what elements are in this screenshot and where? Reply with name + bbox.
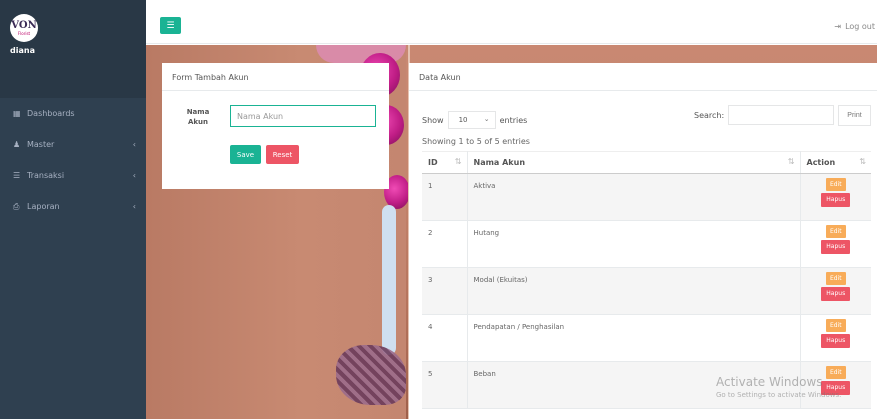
table-row: 1 Aktiva Edit Hapus	[422, 173, 871, 221]
watermark-subtitle: Go to Settings to activate Windows.	[716, 391, 842, 399]
column-header-label: Nama Akun	[473, 158, 526, 167]
edit-button[interactable]: Edit	[825, 272, 846, 285]
background-stem	[382, 205, 396, 355]
cell-nama-akun: Pendapatan / Penghasilan	[467, 314, 801, 362]
cell-nama-akun: Modal (Ekuitas)	[467, 267, 801, 315]
sidebar-item-label: Transaksi	[27, 171, 65, 180]
delete-button[interactable]: Hapus	[821, 334, 851, 348]
column-header-id[interactable]: ID ⇅	[422, 151, 468, 174]
cell-action: Edit Hapus	[800, 220, 871, 268]
background-ribbon	[336, 345, 406, 405]
cell-action: Edit Hapus	[800, 314, 871, 362]
logo-subtext: Florist	[17, 30, 31, 36]
sidebar-item-transaksi[interactable]: ☰ Transaksi ‹	[0, 160, 146, 191]
table-row: 2 Hutang Edit Hapus	[422, 220, 871, 268]
search-label: Search:	[694, 110, 725, 120]
cell-id: 3	[422, 267, 468, 315]
print-icon: ⎙	[13, 201, 20, 211]
logout-link[interactable]: ⇥ Log out	[834, 22, 875, 31]
reset-button[interactable]: Reset	[266, 145, 299, 164]
table-row: 3 Modal (Ekuitas) Edit Hapus	[422, 267, 871, 315]
sidebar-item-label: Master	[27, 140, 55, 149]
show-label: Show	[422, 115, 444, 125]
entries-select[interactable]: 10	[447, 111, 496, 129]
th-large-icon: ▦	[13, 109, 21, 118]
entries-label: entries	[499, 115, 528, 125]
edit-button[interactable]: Edit	[825, 225, 846, 238]
nama-akun-input[interactable]	[230, 105, 376, 127]
data-title: Data Akun	[409, 63, 877, 91]
cell-action: Edit Hapus	[800, 267, 871, 315]
logo-text: VON	[11, 19, 37, 31]
top-navbar: ☰ ⇥ Log out	[146, 0, 877, 44]
form-tambah-akun: Form Tambah Akun Nama Akun Save Reset	[162, 63, 389, 189]
cell-id: 4	[422, 314, 468, 362]
sidebar-menu: ▦ Dashboards ♟ Master ‹ ☰ Transaksi ‹ ⎙ …	[0, 98, 146, 222]
sidebar: VON Florist diana ▦ Dashboards ♟ Master …	[0, 0, 146, 419]
brand-logo[interactable]: VON Florist	[10, 14, 38, 42]
entries-select-wrap: 10 ⌄	[447, 111, 496, 129]
column-header-label: Action	[806, 158, 836, 167]
edit-button[interactable]: Edit	[825, 319, 846, 332]
delete-button[interactable]: Hapus	[821, 240, 851, 254]
cell-id: 2	[422, 220, 468, 268]
cart-icon: ☰	[13, 171, 21, 180]
sidebar-item-dashboards[interactable]: ▦ Dashboards	[0, 98, 146, 129]
sign-out-icon: ⇥	[834, 22, 842, 31]
data-akun-panel: Data Akun Show 10 ⌄ entries Search: Prin…	[409, 63, 877, 419]
logout-label: Log out	[845, 22, 875, 31]
user-name[interactable]: diana	[10, 46, 136, 55]
sidebar-item-laporan[interactable]: ⎙ Laporan ‹	[0, 191, 146, 222]
table-header-row: ID ⇅ Nama Akun ⇅ Action ⇅	[422, 151, 871, 174]
delete-button[interactable]: Hapus	[821, 193, 851, 207]
sort-icon: ⇅	[859, 157, 866, 166]
cell-id: 5	[422, 361, 468, 409]
column-header-label: ID	[428, 158, 438, 167]
sidebar-item-label: Dashboards	[27, 109, 75, 118]
sort-icon: ⇅	[454, 157, 462, 166]
data-akun-table: ID ⇅ Nama Akun ⇅ Action ⇅ 1 Aktiva Edit	[422, 151, 871, 409]
chevron-left-icon: ‹	[132, 202, 136, 211]
cell-nama-akun: Hutang	[467, 220, 801, 268]
save-button[interactable]: Save	[230, 145, 261, 164]
cell-action: Edit Hapus	[800, 173, 871, 221]
hamburger-icon: ☰	[166, 20, 175, 31]
column-header-action[interactable]: Action ⇅	[800, 151, 871, 174]
cell-nama-akun: Aktiva	[467, 173, 801, 221]
cell-id: 1	[422, 173, 468, 221]
print-button[interactable]: Print	[838, 105, 871, 126]
menu-toggle-button[interactable]: ☰	[160, 17, 181, 34]
users-icon: ♟	[13, 140, 21, 149]
sidebar-item-master[interactable]: ♟ Master ‹	[0, 129, 146, 160]
form-title: Form Tambah Akun	[162, 63, 389, 91]
table-search: Search:	[694, 105, 835, 125]
nama-akun-label: Nama Akun	[186, 108, 210, 126]
sidebar-header: VON Florist diana	[0, 0, 146, 98]
sort-icon: ⇅	[787, 157, 795, 166]
edit-button[interactable]: Edit	[825, 178, 846, 191]
sidebar-item-label: Laporan	[27, 202, 60, 211]
column-header-nama-akun[interactable]: Nama Akun ⇅	[467, 151, 801, 174]
activate-windows-watermark: Activate Windows Go to Settings to activ…	[716, 375, 841, 399]
watermark-title: Activate Windows	[716, 375, 823, 389]
search-input[interactable]	[728, 105, 835, 125]
table-row: 4 Pendapatan / Penghasilan Edit Hapus	[422, 314, 871, 362]
chevron-left-icon: ‹	[132, 171, 136, 180]
entries-length-control: Show 10 ⌄ entries	[422, 111, 527, 129]
chevron-left-icon: ‹	[132, 140, 136, 149]
delete-button[interactable]: Hapus	[821, 287, 851, 301]
table-info: Showing 1 to 5 of 5 entries	[422, 137, 530, 146]
